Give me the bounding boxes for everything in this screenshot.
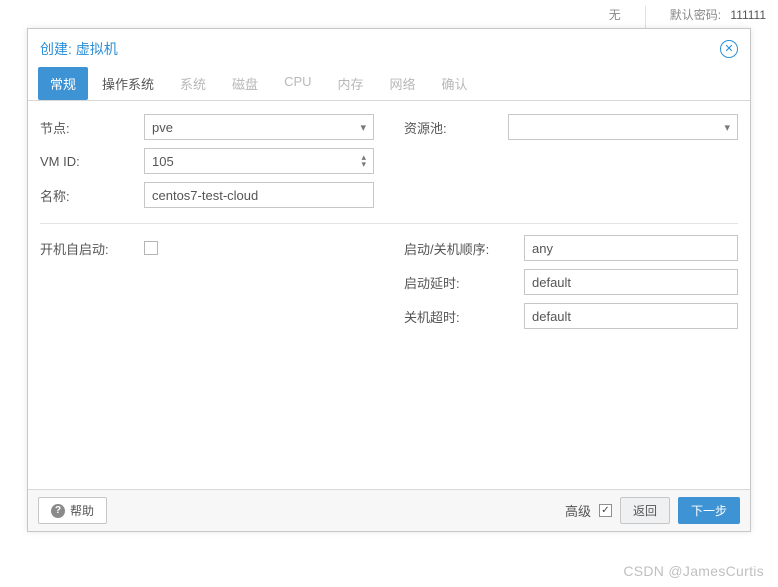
- create-vm-dialog: 创建: 虚拟机 ✕ 常规 操作系统 系统 磁盘 CPU 内存 网络 确认 节点:…: [27, 28, 751, 532]
- name-input[interactable]: [144, 182, 374, 208]
- chevron-down-icon: ▾: [724, 121, 730, 134]
- adv-col-left: 开机自启动:: [40, 234, 374, 336]
- watermark: CSDN @JamesCurtis: [623, 563, 764, 579]
- order-input[interactable]: [524, 235, 738, 261]
- chevron-down-icon: ▾: [360, 121, 366, 134]
- timeout-input[interactable]: [524, 303, 738, 329]
- node-select[interactable]: pve ▾: [144, 114, 374, 140]
- close-icon: ✕: [724, 44, 733, 55]
- dialog-title: 创建: 虚拟机: [40, 39, 118, 59]
- help-button[interactable]: ? 帮助: [38, 497, 107, 524]
- next-button[interactable]: 下一步: [678, 497, 740, 524]
- section-divider: [40, 223, 738, 224]
- help-label: 帮助: [70, 502, 94, 519]
- order-label: 启动/关机顺序:: [404, 239, 524, 258]
- back-button[interactable]: 返回: [620, 497, 670, 524]
- name-label: 名称:: [40, 186, 144, 205]
- node-value: pve: [152, 120, 173, 135]
- help-icon: ?: [51, 504, 65, 518]
- spinner-icon: ▴▾: [361, 154, 366, 168]
- adv-col-right: 启动/关机顺序: 启动延时: 关机超时:: [404, 234, 738, 336]
- vmid-stepper[interactable]: 105 ▴▾: [144, 148, 374, 174]
- tab-confirm: 确认: [430, 67, 480, 100]
- delay-label: 启动延时:: [404, 273, 524, 292]
- form-col-right: 资源池: ▾: [404, 113, 738, 215]
- form-col-left: 节点: pve ▾ VM ID: 105 ▴▾ 名称:: [40, 113, 374, 215]
- timeout-label: 关机超时:: [404, 307, 524, 326]
- tab-general[interactable]: 常规: [38, 67, 88, 100]
- bg-pw-label: 默认密码:: [670, 8, 721, 22]
- advanced-label: 高级: [565, 501, 591, 520]
- wizard-tabs: 常规 操作系统 系统 磁盘 CPU 内存 网络 确认: [28, 67, 750, 101]
- autostart-checkbox[interactable]: [144, 241, 158, 255]
- tab-disk: 磁盘: [220, 67, 270, 100]
- node-label: 节点:: [40, 118, 144, 137]
- close-button[interactable]: ✕: [720, 40, 738, 58]
- pool-label: 资源池:: [404, 118, 508, 137]
- dialog-footer: ? 帮助 高级 ✓ 返回 下一步: [28, 489, 750, 531]
- tab-os[interactable]: 操作系统: [90, 67, 166, 100]
- tab-cpu: CPU: [272, 67, 323, 100]
- vmid-label: VM ID:: [40, 154, 144, 169]
- pool-select[interactable]: ▾: [508, 114, 738, 140]
- tab-network: 网络: [378, 67, 428, 100]
- advanced-checkbox[interactable]: ✓: [599, 504, 612, 517]
- dialog-titlebar: 创建: 虚拟机 ✕: [28, 29, 750, 67]
- autostart-label: 开机自启动:: [40, 239, 144, 258]
- vmid-value: 105: [152, 154, 174, 169]
- tab-system: 系统: [168, 67, 218, 100]
- bg-pw-value: 111111: [730, 8, 766, 22]
- dialog-body: 节点: pve ▾ VM ID: 105 ▴▾ 名称:: [28, 101, 750, 489]
- delay-input[interactable]: [524, 269, 738, 295]
- tab-memory: 内存: [326, 67, 376, 100]
